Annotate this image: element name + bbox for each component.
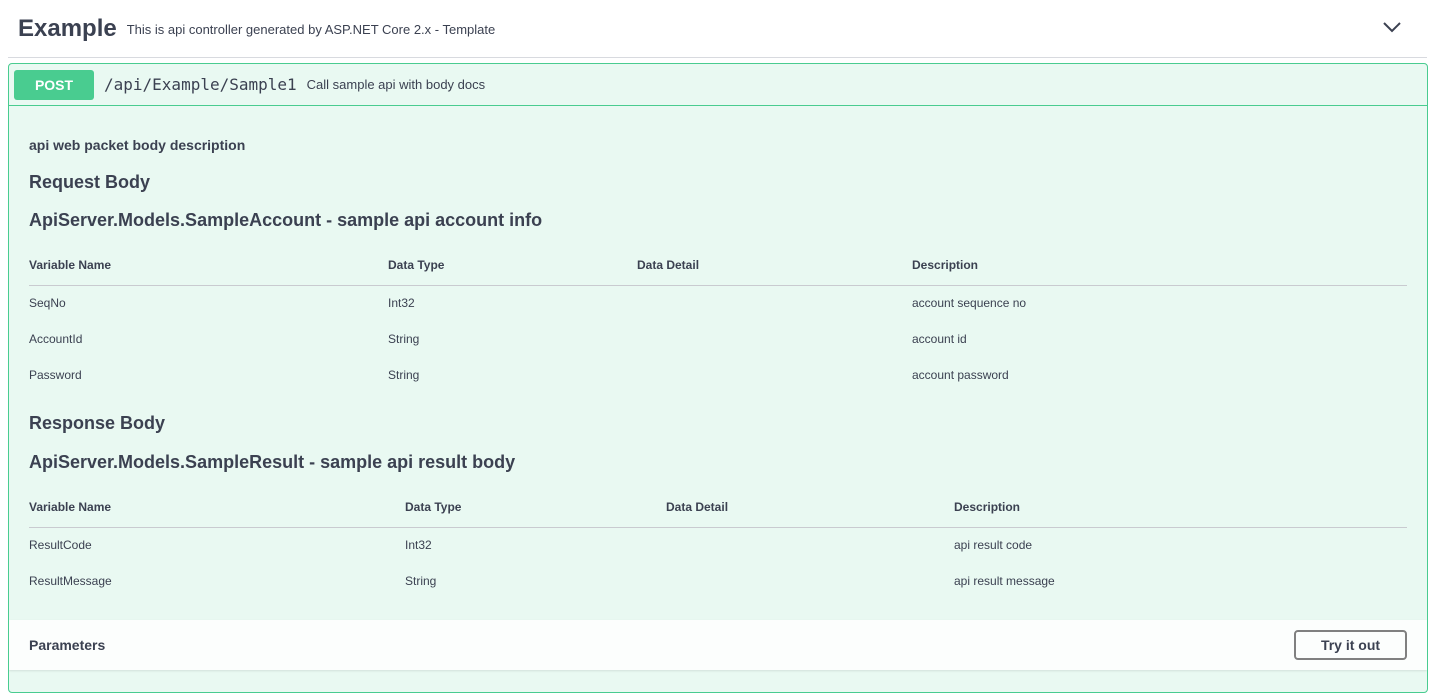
cell-data-detail (637, 285, 912, 321)
cell-data-type: String (388, 368, 420, 382)
column-header: Data Detail (666, 487, 954, 528)
response-body-heading: Response Body (29, 413, 166, 433)
table-row: Password String account password (29, 357, 1407, 393)
body-description: api web packet body description (29, 137, 246, 153)
tag-title[interactable]: Example (18, 15, 117, 43)
column-header: Data Type (405, 487, 666, 528)
cell-description: account sequence no (912, 296, 1027, 311)
cell-variable-name: SeqNo (29, 296, 66, 311)
table-row: ResultCode Int32 api result code (29, 527, 1407, 563)
cell-variable-name: ResultMessage (29, 574, 112, 588)
column-header: Data Type (388, 245, 637, 286)
column-header: Variable Name (29, 245, 388, 286)
cell-data-detail (666, 563, 954, 599)
column-header: Description (954, 487, 1407, 528)
try-it-out-button[interactable]: Try it out (1294, 630, 1407, 660)
cell-description: api result message (954, 574, 1055, 588)
request-model-title: ApiServer.Models.SampleAccount - sample … (29, 210, 543, 230)
cell-data-type: String (405, 574, 437, 588)
response-model-title: ApiServer.Models.SampleResult - sample a… (29, 452, 516, 472)
cell-data-type: String (388, 332, 420, 346)
operation-path: /api/Example/Sample1 (104, 75, 297, 94)
operation-block-post: POST /api/Example/Sample1 Call sample ap… (8, 63, 1428, 693)
parameters-section-header: Parameters Try it out (9, 620, 1427, 670)
column-header: Data Detail (637, 245, 912, 286)
cell-data-detail (637, 321, 912, 357)
table-row: ResultMessage String api result message (29, 563, 1407, 599)
response-model-table: Variable Name Data Type Data Detail Desc… (29, 487, 1407, 599)
operation-summary-text: Call sample api with body docs (306, 77, 486, 92)
parameters-title: Parameters (29, 637, 106, 653)
table-row: AccountId String account id (29, 321, 1407, 357)
cell-description: account password (912, 368, 1009, 382)
cell-variable-name: ResultCode (29, 538, 92, 553)
table-row: SeqNo Int32 account sequence no (29, 285, 1407, 321)
cell-variable-name: AccountId (29, 332, 83, 346)
column-header: Variable Name (29, 487, 405, 528)
operation-summary[interactable]: POST /api/Example/Sample1 Call sample ap… (9, 64, 1427, 106)
column-header: Description (912, 245, 1407, 286)
cell-data-type: Int32 (388, 296, 415, 311)
cell-description: account id (912, 332, 967, 346)
tag-section-header[interactable]: Example This is api controller generated… (8, 0, 1427, 58)
cell-data-type: Int32 (405, 538, 432, 553)
table-header-row: Variable Name Data Type Data Detail Desc… (29, 487, 1407, 528)
method-badge: POST (14, 69, 94, 100)
cell-variable-name: Password (29, 368, 82, 382)
cell-data-detail (666, 527, 954, 563)
tag-description: This is api controller generated by ASP.… (126, 22, 496, 37)
chevron-down-icon[interactable] (1381, 16, 1403, 38)
request-body-heading: Request Body (29, 172, 151, 192)
request-model-table: Variable Name Data Type Data Detail Desc… (29, 245, 1407, 393)
cell-data-detail (637, 357, 912, 393)
table-header-row: Variable Name Data Type Data Detail Desc… (29, 245, 1407, 286)
cell-description: api result code (954, 538, 1033, 553)
